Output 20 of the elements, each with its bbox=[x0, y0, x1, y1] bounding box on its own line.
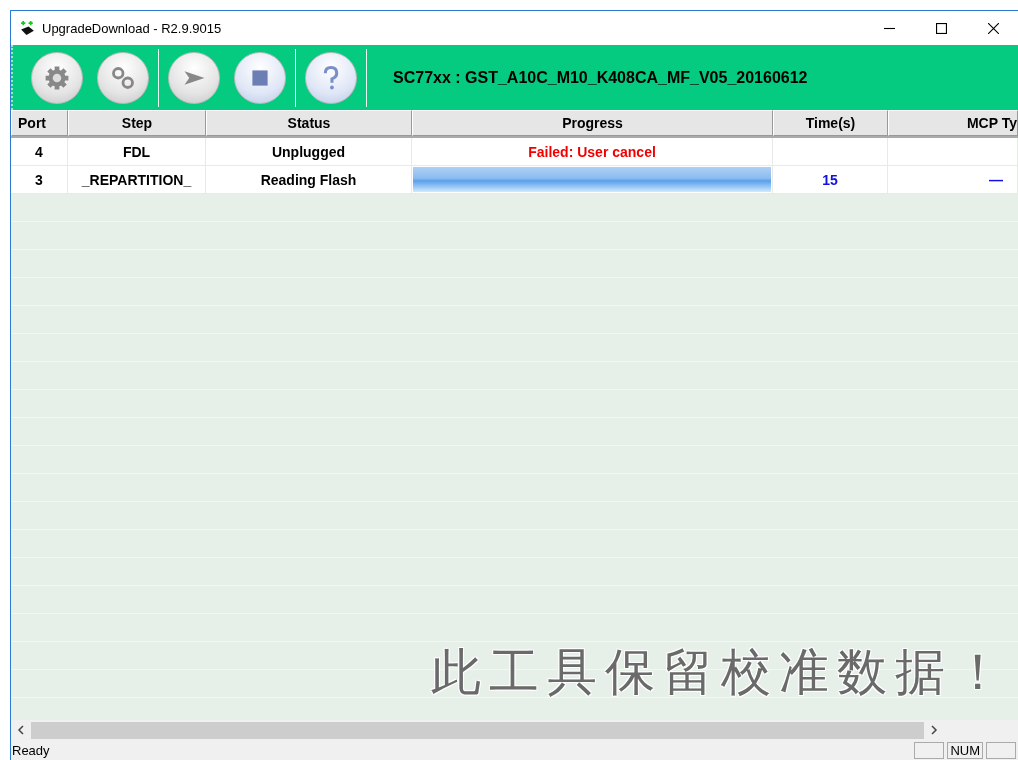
column-header[interactable]: Time(s) bbox=[773, 110, 888, 136]
window-title: UpgradeDownload - R2.9.9015 bbox=[42, 20, 222, 36]
stop-button[interactable] bbox=[234, 51, 286, 104]
status-pane bbox=[914, 742, 945, 759]
help-button[interactable] bbox=[305, 51, 357, 104]
maximize-icon bbox=[935, 22, 947, 34]
error-text: Failed: User cancel bbox=[528, 143, 656, 160]
column-header[interactable]: Step bbox=[68, 110, 206, 136]
app-icon bbox=[19, 19, 36, 37]
column-header[interactable]: Port bbox=[11, 110, 68, 136]
column-header[interactable]: Status bbox=[206, 110, 412, 136]
status-pane: NUM bbox=[947, 742, 983, 759]
horizontal-scrollbar[interactable] bbox=[11, 720, 1018, 740]
caption-text: 此工具保留校准数据！ bbox=[431, 642, 1011, 703]
status-pane bbox=[986, 742, 1016, 759]
close-icon bbox=[987, 22, 999, 34]
column-header[interactable]: MCP Ty bbox=[888, 110, 1018, 136]
column-header[interactable]: Progress bbox=[412, 110, 773, 136]
status-text: Ready bbox=[11, 743, 51, 758]
firmware-name: SC77xx : GST_A10C_M10_K408CA_MF_V05_20160612 bbox=[393, 68, 808, 87]
